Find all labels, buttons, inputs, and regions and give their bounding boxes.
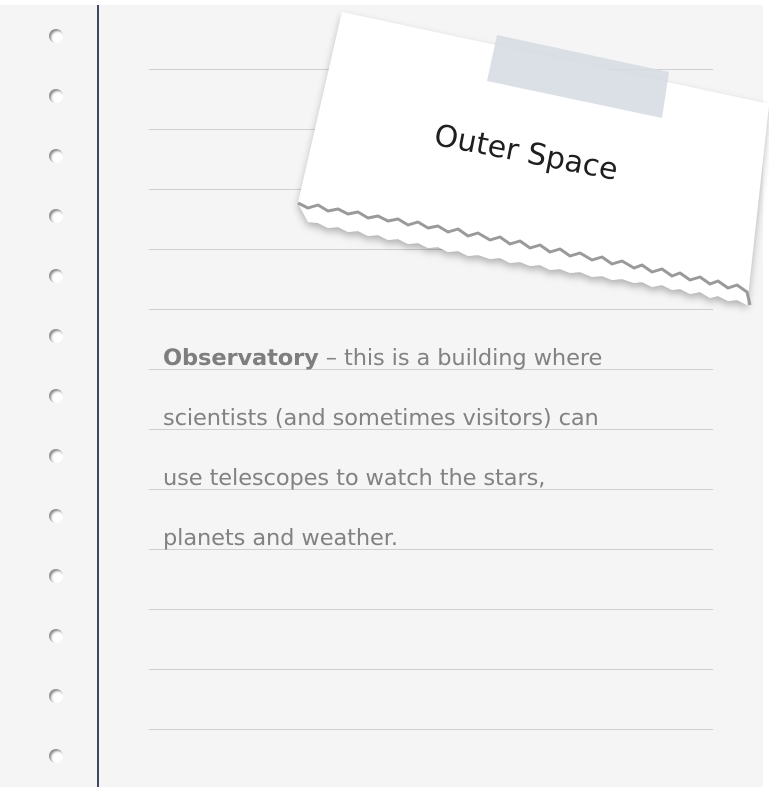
definition-entry: Observatory – this is a building where s… (163, 328, 723, 568)
binder-hole (49, 149, 63, 163)
definition-line-3: use telescopes to watch the stars, (163, 465, 546, 491)
margin-line (97, 5, 99, 787)
definition-line-1: Observatory – this is a building where (163, 328, 723, 388)
ruled-line (149, 309, 713, 310)
binder-hole (49, 509, 63, 523)
ruled-line (149, 69, 713, 70)
ruled-line (149, 249, 713, 250)
ruled-line (149, 609, 713, 610)
binder-hole (49, 29, 63, 43)
ruled-line (149, 129, 713, 130)
binder-hole (49, 689, 63, 703)
binder-hole (49, 389, 63, 403)
ruled-line (149, 669, 713, 670)
binder-hole (49, 569, 63, 583)
binder-hole (49, 89, 63, 103)
binder-holes (0, 0, 90, 787)
binder-hole (49, 749, 63, 763)
binder-hole (49, 209, 63, 223)
definition-line-4: planets and weather. (163, 525, 398, 551)
notebook-page: Observatory – this is a building where s… (0, 0, 769, 787)
ruled-line (149, 189, 713, 190)
binder-hole (49, 329, 63, 343)
binder-hole (49, 269, 63, 283)
ruled-line (149, 729, 713, 730)
definition-line-2: scientists (and sometimes visitors) can (163, 405, 599, 431)
definition-text: – this is a building where (318, 345, 603, 371)
binder-hole (49, 629, 63, 643)
term-word: Observatory (163, 345, 319, 371)
binder-hole (49, 449, 63, 463)
